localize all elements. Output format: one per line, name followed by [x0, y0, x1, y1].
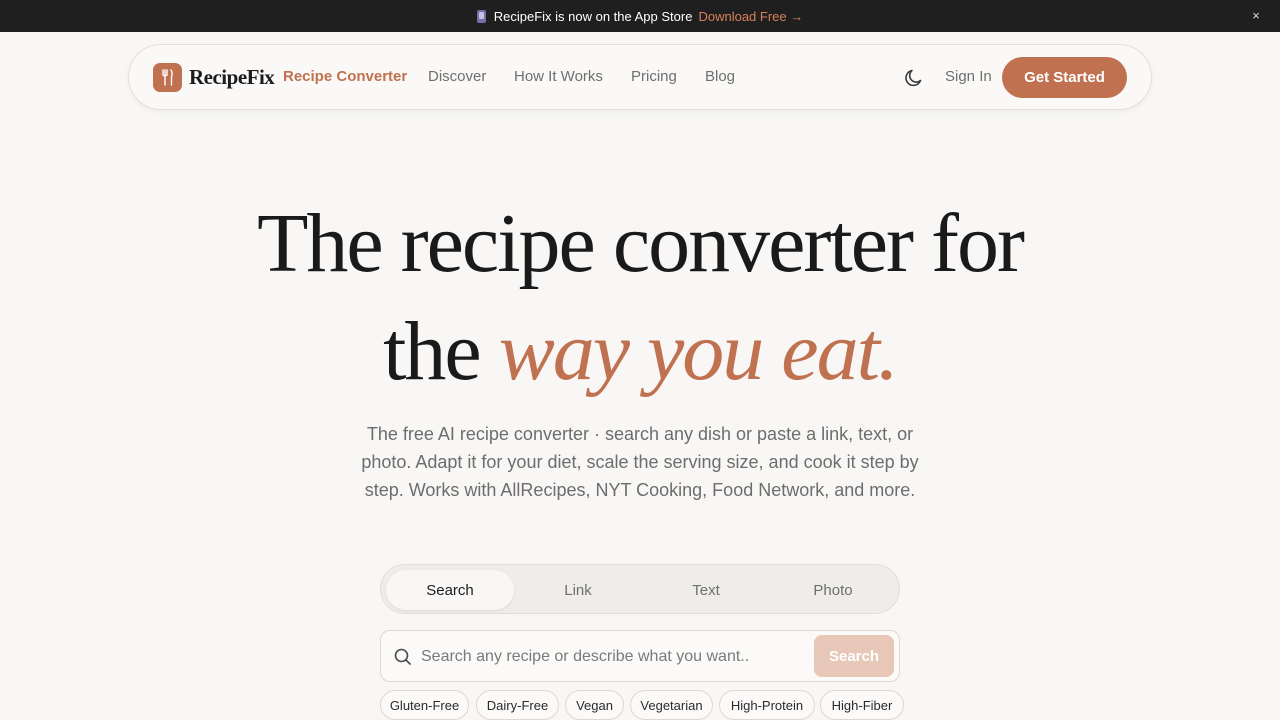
- download-link[interactable]: Download Free →: [698, 9, 803, 24]
- search-icon: [393, 647, 413, 667]
- recipe-search-bar: Search: [380, 630, 900, 682]
- announcement-banner: RecipeFix is now on the App Store Downlo…: [0, 0, 1280, 32]
- hero-title-accent: way you eat.: [498, 305, 899, 398]
- chip-dairy-free[interactable]: Dairy-Free: [476, 690, 559, 720]
- hero-title-line2: the way you eat.: [0, 303, 1280, 400]
- nav-link-pricing[interactable]: Pricing: [631, 68, 677, 85]
- phone-icon: [476, 9, 486, 23]
- nav-link-blog[interactable]: Blog: [705, 68, 735, 85]
- banner-message: RecipeFix is now on the App Store: [493, 8, 693, 24]
- logo[interactable]: RecipeFix: [153, 63, 275, 92]
- chip-vegan[interactable]: Vegan: [565, 690, 624, 720]
- chip-high-protein[interactable]: High-Protein: [719, 690, 815, 720]
- brand-name: RecipeFix: [189, 65, 275, 89]
- tab-search[interactable]: Search: [386, 570, 514, 610]
- input-mode-tabs: Search Link Text Photo: [380, 564, 900, 614]
- chip-high-fiber[interactable]: High-Fiber: [820, 690, 904, 720]
- tab-link[interactable]: Link: [514, 570, 642, 610]
- moon-icon[interactable]: [903, 67, 925, 89]
- nav-link-how-it-works[interactable]: How It Works: [514, 68, 603, 85]
- chip-vegetarian[interactable]: Vegetarian: [630, 690, 713, 720]
- utensils-icon: [153, 63, 182, 92]
- hero-subtitle: The free AI recipe converter · search an…: [361, 424, 919, 500]
- nav-link-recipe-converter[interactable]: Recipe Converter: [283, 68, 407, 85]
- nav-link-discover[interactable]: Discover: [428, 68, 486, 85]
- main-nav: RecipeFix Recipe Converter Discover How …: [128, 44, 1152, 110]
- tab-text[interactable]: Text: [642, 570, 770, 610]
- get-started-button[interactable]: Get Started: [1002, 57, 1127, 98]
- chip-gluten-free[interactable]: Gluten-Free: [380, 690, 469, 720]
- sign-in-link[interactable]: Sign In: [945, 68, 992, 85]
- search-button[interactable]: Search: [814, 635, 894, 677]
- close-icon[interactable]: ×: [1248, 8, 1264, 24]
- hero-title-line1: The recipe converter for: [257, 197, 1025, 290]
- search-input[interactable]: [421, 643, 806, 671]
- hero-title-plain: the: [383, 305, 482, 398]
- tab-photo[interactable]: Photo: [769, 570, 897, 610]
